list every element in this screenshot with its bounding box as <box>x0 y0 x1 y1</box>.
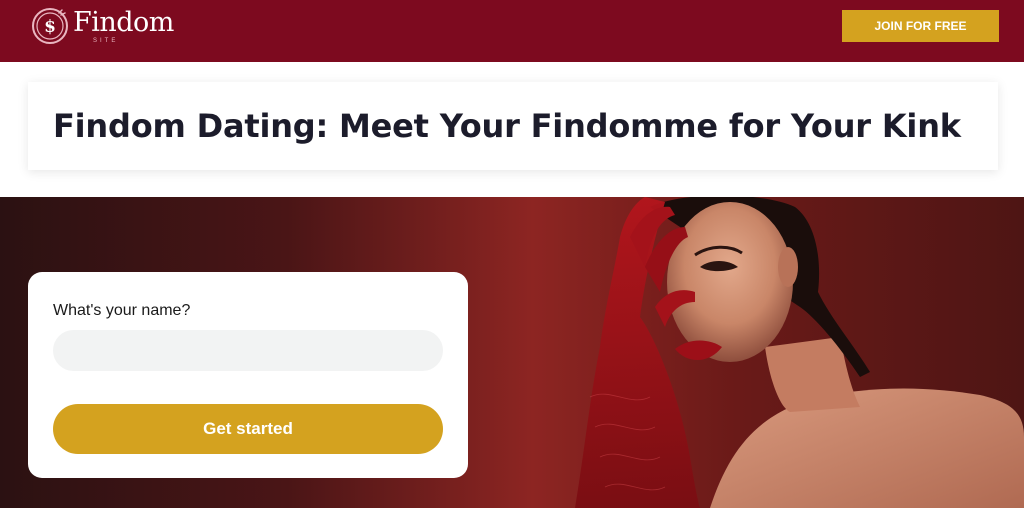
logo-text: Findom <box>73 7 174 38</box>
site-logo[interactable]: $ Findom SITE <box>30 6 174 46</box>
get-started-button[interactable]: Get started <box>53 404 443 454</box>
name-input[interactable] <box>53 330 443 371</box>
woman-in-red-lace-gloves-photo <box>575 197 1024 508</box>
signup-form-card: What's your name? Get started <box>28 272 468 478</box>
svg-text:$: $ <box>44 17 56 37</box>
title-card: Findom Dating: Meet Your Findomme for Yo… <box>28 82 998 170</box>
page-title: Findom Dating: Meet Your Findomme for Yo… <box>53 107 961 145</box>
dollar-coin-icon: $ <box>30 6 70 46</box>
name-label: What's your name? <box>53 302 191 319</box>
hero-banner: What's your name? Get started <box>0 197 1024 508</box>
logo-subtext: SITE <box>93 38 119 44</box>
logo-wordmark: Findom SITE <box>73 7 174 45</box>
site-header: $ Findom SITE JOIN FOR FREE <box>0 0 1024 62</box>
join-for-free-button[interactable]: JOIN FOR FREE <box>842 10 999 42</box>
